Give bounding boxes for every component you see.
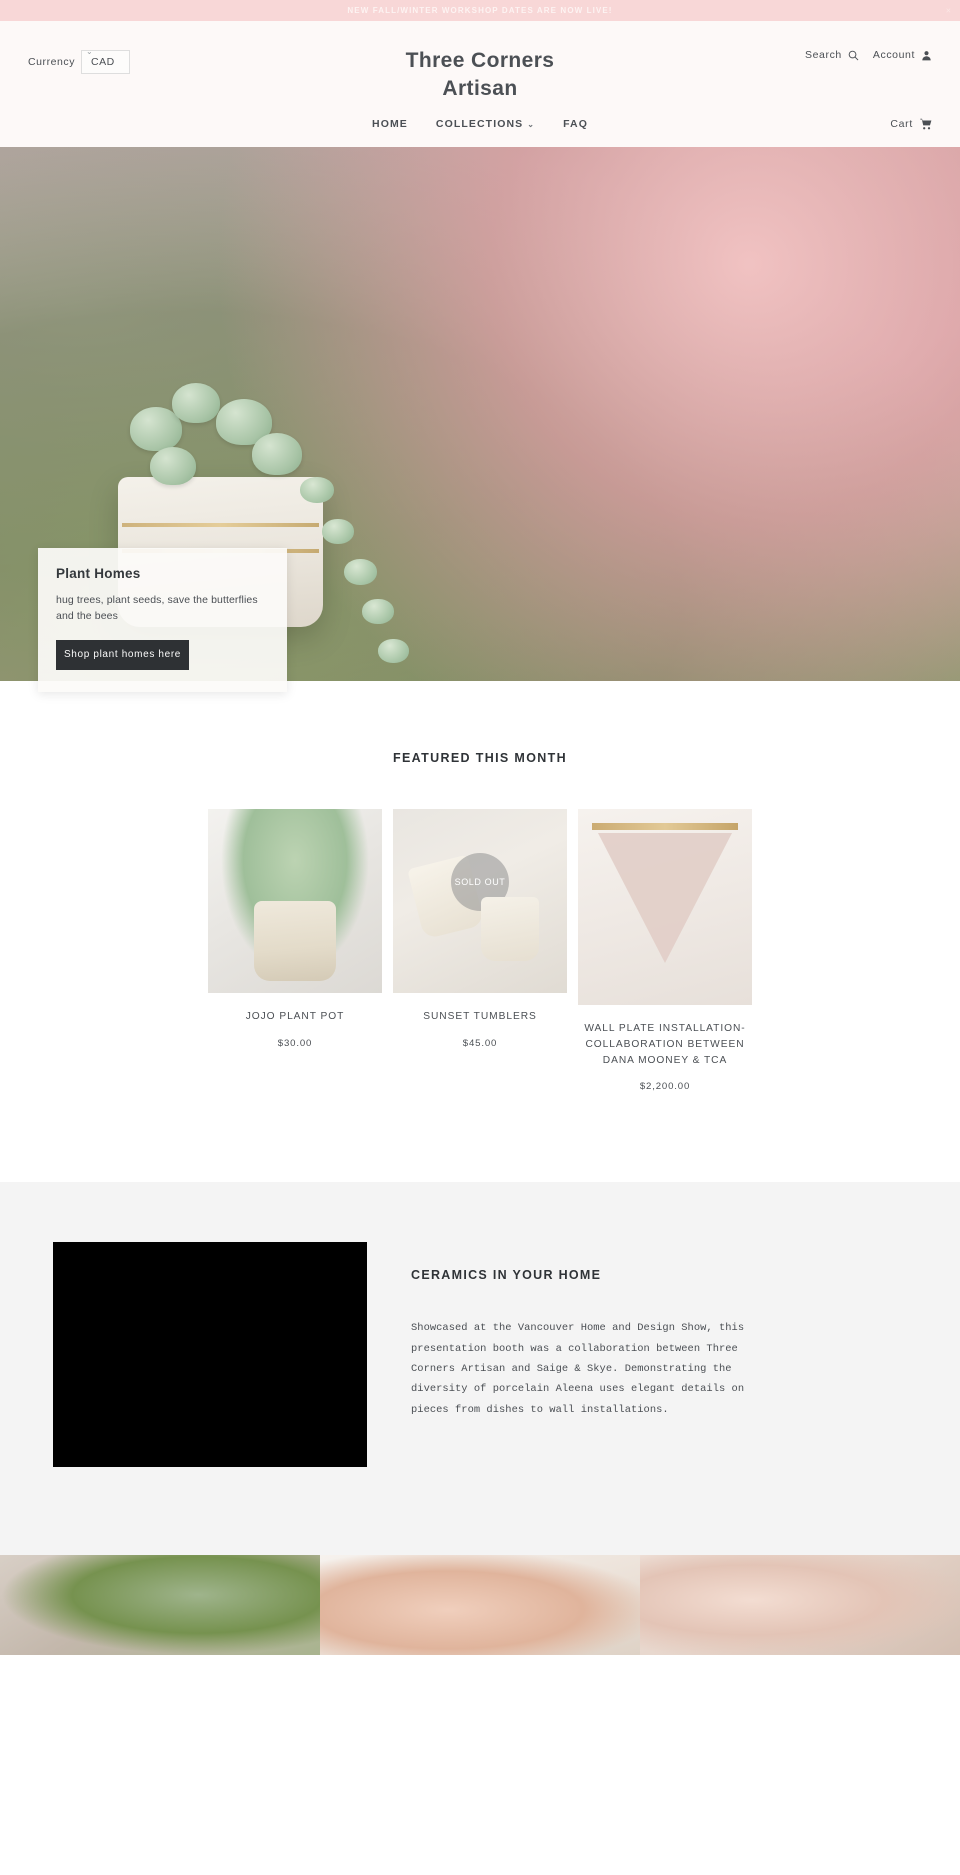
header-top-row: Currency ⌄ CAD Three Corners Artisan Sea… bbox=[28, 21, 932, 100]
succulent-leaf bbox=[172, 383, 220, 423]
search-icon bbox=[848, 50, 859, 61]
product-card[interactable]: WALL PLATE INSTALLATION-COLLABORATION BE… bbox=[578, 809, 752, 1092]
nav-label-collections: COLLECTIONS bbox=[435, 117, 524, 130]
product-title: WALL PLATE INSTALLATION-COLLABORATION BE… bbox=[584, 1023, 746, 1066]
search-label: Search bbox=[804, 49, 842, 61]
nav-label-faq: FAQ bbox=[563, 117, 588, 130]
cart-icon bbox=[920, 118, 932, 130]
shop-plant-homes-button[interactable]: Shop plant homes here bbox=[56, 639, 189, 671]
person-icon bbox=[921, 50, 932, 61]
nav-item-home[interactable]: HOME bbox=[372, 118, 408, 130]
feature-body-text: Showcased at the Vancouver Home and Desi… bbox=[411, 1322, 745, 1416]
nav-items: HOME COLLECTIONS ⌄ FAQ bbox=[372, 118, 588, 130]
chevron-down-icon: ⌄ bbox=[86, 47, 94, 56]
product-image[interactable] bbox=[208, 809, 382, 993]
nav-item-collections[interactable]: COLLECTIONS ⌄ bbox=[436, 118, 535, 130]
currency-selector[interactable]: Currency ⌄ CAD bbox=[28, 47, 130, 74]
feature-title: CERAMICS IN YOUR HOME bbox=[411, 1268, 602, 1283]
sold-out-badge: SOLD OUT bbox=[451, 853, 509, 911]
ceramics-feature-section: CERAMICS IN YOUR HOME Showcased at the V… bbox=[0, 1182, 960, 1556]
trailing-leaf bbox=[322, 519, 354, 544]
instagram-gallery bbox=[0, 1555, 960, 1656]
account-button[interactable]: Account bbox=[873, 49, 932, 61]
feature-video-player[interactable] bbox=[53, 1242, 367, 1468]
product-card[interactable]: SOLD OUT SUNSET TUMBLERS $45.00 bbox=[393, 809, 567, 1049]
announcement-text: NEW FALL/WINTER WORKSHOP DATES ARE NOW L… bbox=[347, 6, 613, 15]
product-title: SUNSET TUMBLERS bbox=[423, 1011, 537, 1022]
trailing-leaf bbox=[300, 477, 334, 503]
hero-card-title: Plant Homes bbox=[56, 566, 141, 581]
cart-button[interactable]: Cart bbox=[890, 118, 932, 130]
nav-item-faq[interactable]: FAQ bbox=[563, 118, 588, 130]
product-card[interactable]: JOJO PLANT POT $30.00 bbox=[208, 809, 382, 1049]
chevron-down-icon: ⌄ bbox=[527, 120, 536, 129]
trailing-leaf bbox=[362, 599, 394, 624]
currency-label: Currency bbox=[28, 56, 75, 68]
site-logo[interactable]: Three Corners Artisan bbox=[330, 47, 630, 103]
currency-select[interactable]: ⌄ CAD bbox=[81, 47, 130, 74]
gallery-image[interactable] bbox=[0, 1555, 320, 1656]
hero-card-description: hug trees, plant seeds, save the butterf… bbox=[56, 594, 258, 623]
product-grid: JOJO PLANT POT $30.00 SOLD OUT SUNSET TU… bbox=[0, 809, 960, 1092]
featured-products-section: FEATURED THIS MONTH JOJO PLANT POT $30.0… bbox=[0, 681, 960, 1183]
product-price: $30.00 bbox=[277, 1037, 313, 1049]
product-title: JOJO PLANT POT bbox=[245, 1011, 345, 1022]
header-utility-links: Search Account bbox=[805, 49, 932, 61]
search-button[interactable]: Search bbox=[805, 49, 859, 61]
main-navigation: HOME COLLECTIONS ⌄ FAQ Cart bbox=[0, 100, 960, 147]
product-price: $2,200.00 bbox=[639, 1081, 691, 1093]
product-image[interactable] bbox=[578, 809, 752, 1005]
succulent-leaf bbox=[150, 447, 196, 485]
site-header: Currency ⌄ CAD Three Corners Artisan Sea… bbox=[0, 21, 960, 147]
product-price: $45.00 bbox=[462, 1037, 498, 1049]
trailing-leaf bbox=[344, 559, 377, 585]
account-label: Account bbox=[872, 49, 915, 61]
featured-section-title: FEATURED THIS MONTH bbox=[392, 751, 568, 765]
feature-layout: CERAMICS IN YOUR HOME Showcased at the V… bbox=[0, 1242, 960, 1468]
feature-text-block: CERAMICS IN YOUR HOME Showcased at the V… bbox=[411, 1242, 907, 1419]
product-image[interactable]: SOLD OUT bbox=[393, 809, 567, 993]
close-icon[interactable]: × bbox=[946, 6, 951, 15]
gallery-image[interactable] bbox=[640, 1555, 960, 1656]
nav-label-home: HOME bbox=[372, 117, 408, 130]
hero-overlay-card: Plant Homes hug trees, plant seeds, save… bbox=[38, 548, 287, 693]
gallery-image[interactable] bbox=[320, 1555, 640, 1656]
succulent-leaf bbox=[252, 433, 302, 475]
brand-line-1: Three Corners bbox=[405, 49, 555, 72]
brand-line-2: Artisan bbox=[442, 76, 518, 100]
cart-label: Cart bbox=[890, 117, 913, 130]
trailing-leaf bbox=[378, 639, 409, 663]
announcement-bar: NEW FALL/WINTER WORKSHOP DATES ARE NOW L… bbox=[0, 0, 960, 21]
currency-value: CAD bbox=[91, 56, 115, 68]
